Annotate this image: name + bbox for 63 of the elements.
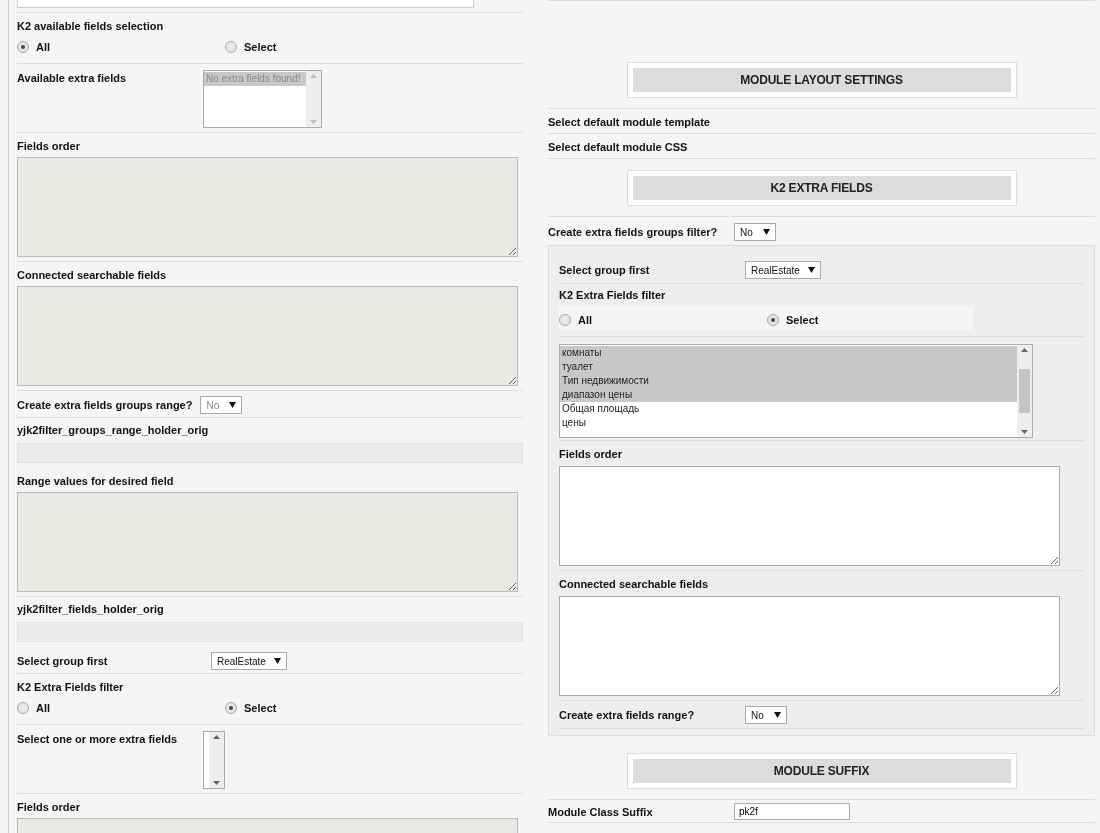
field-label: Select one or more extra fields	[17, 732, 179, 746]
radio-option[interactable]: Select	[225, 41, 277, 53]
list-option[interactable]: Тип недвижимости	[560, 374, 1017, 388]
list-option[interactable]: диапазон цены	[560, 388, 1017, 402]
field-label: Select group first	[17, 654, 109, 668]
radio-button[interactable]	[225, 702, 237, 714]
text-area[interactable]	[559, 596, 1060, 696]
text-input[interactable]	[17, 0, 474, 8]
section-title: MODULE SUFFIX	[632, 759, 1011, 783]
section-title: K2 EXTRA FIELDS	[632, 176, 1011, 200]
section-title: MODULE LAYOUT SETTINGS	[632, 68, 1011, 92]
caret-icon	[774, 712, 781, 718]
field-label: K2 Extra Fields filter	[17, 680, 125, 694]
field-label: Create extra fields groups filter?	[548, 225, 719, 240]
scroll-up-arrow-icon[interactable]	[213, 735, 220, 739]
field-label: yjk2filter_fields_holder_orig	[17, 602, 165, 616]
field-label: Create extra fields groups range?	[17, 398, 193, 412]
field-label: Connected searchable fields	[559, 577, 710, 591]
radio-option[interactable]: All	[17, 702, 51, 714]
dropdown-select[interactable]: RealEstate	[211, 652, 287, 670]
field-label: Select group first	[559, 263, 651, 277]
radio-button[interactable]	[17, 41, 29, 53]
list-option[interactable]: цены	[560, 416, 1017, 430]
caret-icon	[229, 402, 237, 408]
radio-button[interactable]	[225, 41, 237, 53]
field-label: Fields order	[17, 800, 81, 814]
text-area[interactable]	[559, 466, 1060, 566]
field-label: Range values for desired field	[17, 474, 175, 488]
list-option[interactable]: Общая площадь	[560, 402, 1017, 416]
field-label: Select default module template	[548, 115, 711, 129]
field-label: yjk2filter_groups_range_holder_orig	[17, 423, 210, 437]
radio-button[interactable]	[559, 314, 571, 326]
radio-option[interactable]: Select	[225, 702, 277, 714]
scrollbar[interactable]	[1017, 345, 1032, 437]
field-label: Fields order	[17, 139, 81, 153]
field-label: Available extra fields	[17, 71, 128, 85]
field-label: K2 available fields selection	[17, 19, 165, 33]
field-label: Connected searchable fields	[17, 268, 168, 282]
listbox[interactable]: комнаты туалет Тип недвижимости диапазон цены Общая площадь цены	[559, 344, 1033, 438]
caret-icon	[763, 229, 770, 235]
dropdown-select[interactable]: No	[745, 706, 787, 724]
caret-icon	[807, 267, 815, 273]
scroll-down-arrow-icon[interactable]	[213, 781, 220, 785]
list-option[interactable]: туалет	[560, 360, 1017, 374]
field-label: Select default module CSS	[548, 140, 689, 154]
list-option[interactable]: комнаты	[560, 346, 1017, 360]
caret-icon	[273, 658, 281, 664]
radio-option[interactable]: All	[559, 314, 593, 326]
field-label: K2 Extra Fields filter	[559, 288, 667, 302]
text-input[interactable]: pk2f	[734, 803, 850, 820]
listbox[interactable]	[203, 731, 225, 789]
radio-button[interactable]	[17, 702, 29, 714]
field-label: Module Class Suffix	[548, 805, 654, 819]
scroll-down-arrow-icon[interactable]	[1021, 430, 1028, 434]
field-label: Create extra fields range?	[559, 708, 696, 722]
radio-option[interactable]: Select	[767, 314, 819, 326]
dropdown-select[interactable]: RealEstate	[745, 261, 821, 279]
scrollbar[interactable]	[209, 732, 224, 788]
scroll-up-arrow-icon[interactable]	[1021, 348, 1028, 352]
dropdown-select[interactable]: No	[734, 223, 776, 241]
field-label: Fields order	[559, 447, 623, 461]
radio-option[interactable]: All	[17, 41, 51, 53]
radio-button[interactable]	[767, 314, 779, 326]
